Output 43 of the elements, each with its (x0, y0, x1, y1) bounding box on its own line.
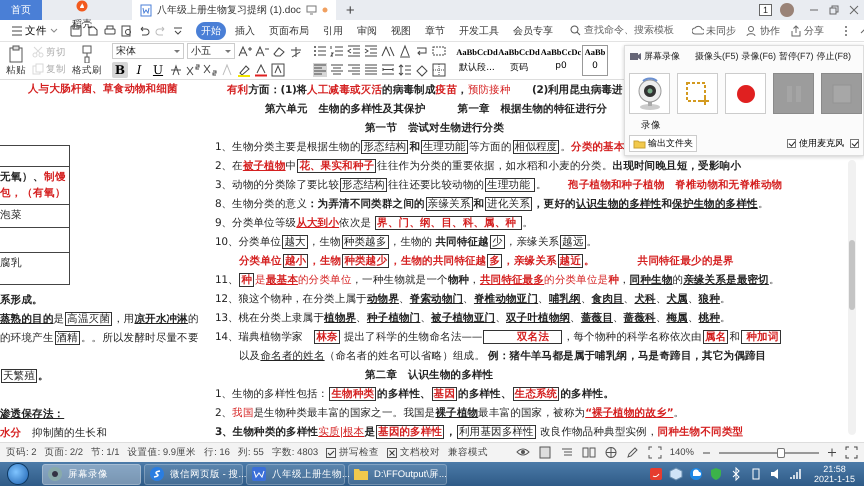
document-line: 9、分类单位等级从大到小依次是 界、门、纲、目、科、属、种 。 (215, 215, 534, 232)
document-line: 的环境产生 酒精 。。所以发酵时尽量不要 (0, 330, 199, 347)
status-text: 兼容模式 (448, 446, 488, 459)
document-line: 蒸熟的目的是 高温灭菌 ，用凉开水冲淋的 (0, 311, 199, 328)
document-line: 水分 抑制菌的生长和 (0, 426, 108, 441)
hotkey-label: 停止(F8) (816, 50, 851, 62)
document-heading: 人与大肠杆菌、草食动物和细菌 (27, 82, 178, 97)
document-line: 以及命名者的姓名（命名者的姓名可以省略）组成。 例：猪牛羊马都是属于哺乳纲，马是奇蹄目，其它为偶蹄目 (238, 348, 766, 364)
document-line: 3、动物的分类除了要比较 形态结构 往往还要比较动物的 生理功能 。 孢子植物和种子植物 脊椎动物和无脊椎动物 (215, 177, 782, 194)
status-text: 页面: 2/2 (44, 446, 84, 459)
status-text: 页码: 2 (6, 446, 37, 459)
document-line: 13、桃在分类上隶属于植物界、种子植物门、被子植物亚门、双子叶植物纲、蔷薇目、蔷薇科、梅属、桃种。 (215, 311, 731, 326)
table-cell: 无氧）、制馒 包，（有氧） (0, 167, 69, 205)
document-line: 有利方面：(1)将人工减毒或灭活的病毒制成疫苗，预防接种 (2)利用昆虫病毒进 (226, 82, 623, 98)
recorder-title: 屏幕录像 (644, 50, 680, 62)
document-heading: 第六单元 生物的多样性及其保护 第一章 根据生物的特征进行分 (264, 102, 608, 117)
document-line: 14、瑞典植物学家 林奈 提出了科学的生物命名法—— 双名法 ，每个物种的科学名称依次由 属名 和 种加词 (215, 329, 782, 346)
document-line: 10、分类单位 越大 ，生物 种类越多 ，生物的 共同特征越 少 ，亲缘关系 越远 。 (215, 234, 598, 251)
document-line: 3、生物种类的多样性实质|根本是 基因的多样性 ， 利用基因多样性 改良作物品种典型实例，同种生物不同类型 (215, 424, 744, 441)
document-line: 1、生物的多样性包括： 生物种类 的多样性、 基因 的多样性、 生态系统 的多样性。 (215, 386, 614, 403)
status-text: 列: 55 (238, 446, 264, 459)
document-line: 渗透保存法： (0, 407, 64, 422)
document-line: 12、狼这个物种，在分类上属于动物界、脊索动物门、脊椎动物亚门、哺乳纲、食肉目、犬科、犬属、狼种。 (215, 292, 731, 307)
mode-label: 录像 (641, 119, 662, 132)
status-text: 节: 1/1 (91, 446, 120, 459)
status-text: 字数: 4803 (272, 446, 318, 459)
status-text: 设置值: 9.9厘米 (128, 446, 196, 459)
document-line: 1、生物分类主要是根据生物的 形态结构 和 生理功能 等方面的 相似程度 。分类的基本 (215, 139, 625, 156)
document-line: 11、 种 是最基本的分类单位，一种生物就是一个物种，共同特征最多的分类单位是种，同种生物的亲缘关系是最密切。 (215, 272, 780, 289)
document-line: 分类单位 越小 ，生物 种类越少 ，生物的共同特征越 多 ，亲缘关系 越近 。 共同特征最少的是界 (238, 253, 734, 270)
table-cell: 泡菜 (0, 205, 69, 228)
document-line: 2、在被子植物中 花、果实和种子 往往作为分类的重要依据，如水稻和小麦的分类。出现时间晚且短，受影响小 (215, 158, 742, 175)
hotkey-label: 摄像头(F5) (695, 50, 738, 62)
table-cell: 腐乳 (0, 253, 69, 285)
document-heading: 第一节 尝试对生物进行分类 (364, 121, 504, 136)
document-line: 系形成。 (0, 293, 43, 308)
document-line: 8、生物分类的意义：为弄清不同类群之间的 亲缘关系 和 进化关系 ，更好的认识生物的多样性和保护生物的多样性。 (215, 196, 768, 213)
hotkey-label: 暂停(F7) (779, 50, 814, 62)
hotkey-label: 录像(F6) (742, 50, 776, 62)
zoom-level: 140% (670, 447, 694, 458)
document-heading: 第二章 认识生物的多样性 (364, 368, 494, 383)
document-line: 2、我国是生物种类最丰富的国家之一。我国是裸子植物最丰富的国家，被称为“裸子植物的故乡”。 (215, 406, 684, 421)
status-text: 行: 16 (204, 446, 230, 459)
